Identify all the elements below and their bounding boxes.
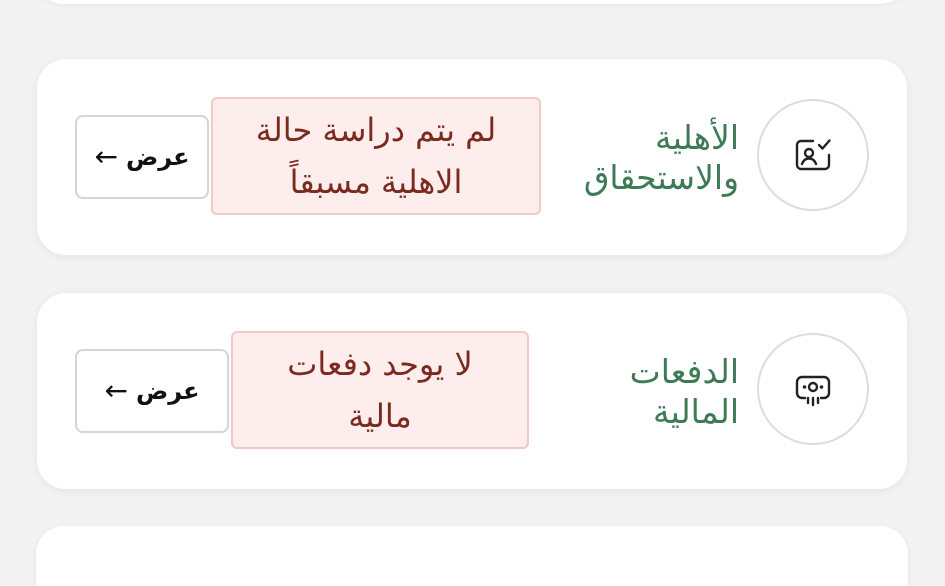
view-button-label: عرض: [125, 143, 190, 171]
eligibility-icon-circle: [757, 99, 869, 211]
payments-status-badge: لا يوجد دفعات مالية: [231, 331, 529, 449]
eligibility-status-badge: لم يتم دراسة حالة الاهلية مسبقاً: [211, 97, 541, 215]
previous-card-edge: [36, 0, 908, 4]
arrow-left-icon: ←: [94, 140, 118, 173]
arrow-left-icon: ←: [104, 374, 128, 407]
payments-title: الدفعات المالية: [629, 352, 739, 431]
payments-icon-circle: [757, 333, 869, 445]
next-card-edge: [36, 526, 908, 586]
payments-card: الدفعات المالية لا يوجد دفعات مالية عرض …: [36, 292, 908, 490]
payment-terminal-icon: [795, 375, 831, 407]
view-button-label: عرض: [135, 377, 200, 405]
eligibility-card: الأهلية والاستحقاق لم يتم دراسة حالة الا…: [36, 58, 908, 256]
id-check-icon: [795, 139, 831, 171]
eligibility-view-button[interactable]: عرض ←: [75, 115, 209, 199]
payments-view-button[interactable]: عرض ←: [75, 349, 229, 433]
eligibility-title: الأهلية والاستحقاق: [583, 118, 739, 197]
